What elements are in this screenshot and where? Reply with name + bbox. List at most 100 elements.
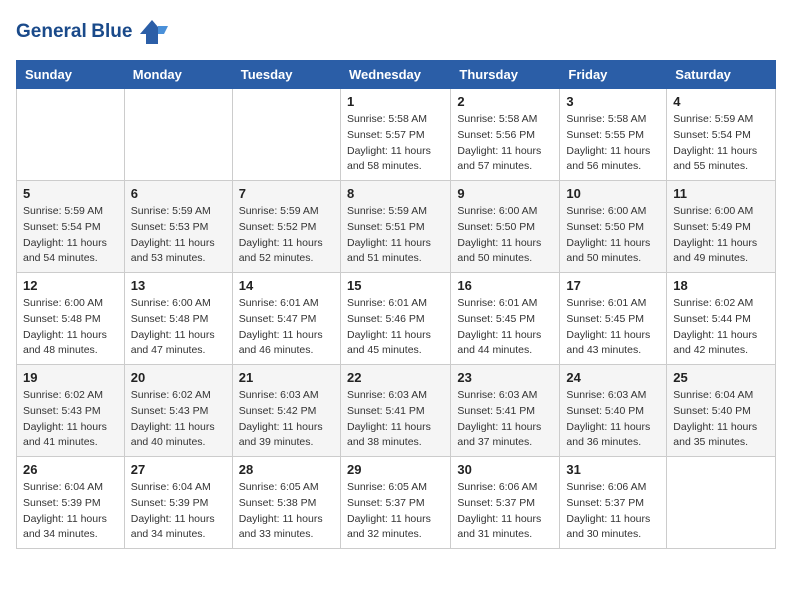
calendar-cell: 25 Sunrise: 6:04 AMSunset: 5:40 PMDayligh… <box>667 365 776 457</box>
calendar-week-row: 19 Sunrise: 6:02 AMSunset: 5:43 PMDayligh… <box>17 365 776 457</box>
day-info: Sunrise: 5:59 AMSunset: 5:53 PMDaylight:… <box>131 204 226 267</box>
calendar-cell: 3 Sunrise: 5:58 AMSunset: 5:55 PMDaylight… <box>560 89 667 181</box>
calendar-cell: 15 Sunrise: 6:01 AMSunset: 5:46 PMDayligh… <box>340 273 450 365</box>
calendar-cell: 6 Sunrise: 5:59 AMSunset: 5:53 PMDaylight… <box>124 181 232 273</box>
day-number: 26 <box>23 462 118 477</box>
day-info: Sunrise: 5:59 AMSunset: 5:54 PMDaylight:… <box>23 204 118 267</box>
day-number: 21 <box>239 370 334 385</box>
day-number: 10 <box>566 186 660 201</box>
day-info: Sunrise: 5:59 AMSunset: 5:54 PMDaylight:… <box>673 112 769 175</box>
day-number: 1 <box>347 94 444 109</box>
calendar-week-row: 5Sunrise: 5:59 AMSunset: 5:54 PMDaylight… <box>17 181 776 273</box>
calendar-cell: 30Sunrise: 6:06 AMSunset: 5:37 PMDayligh… <box>451 457 560 549</box>
day-info: Sunrise: 5:59 AMSunset: 5:52 PMDaylight:… <box>239 204 334 267</box>
calendar-week-row: 12Sunrise: 6:00 AMSunset: 5:48 PMDayligh… <box>17 273 776 365</box>
day-info: Sunrise: 6:02 AMSunset: 5:43 PMDaylight:… <box>23 388 118 451</box>
day-info: Sunrise: 6:01 AMSunset: 5:46 PMDaylight:… <box>347 296 444 359</box>
day-info: Sunrise: 6:00 AMSunset: 5:49 PMDaylight:… <box>673 204 769 267</box>
calendar-cell: 28Sunrise: 6:05 AMSunset: 5:38 PMDayligh… <box>232 457 340 549</box>
day-info: Sunrise: 6:00 AMSunset: 5:48 PMDaylight:… <box>131 296 226 359</box>
day-number: 23 <box>457 370 553 385</box>
calendar-cell: 10Sunrise: 6:00 AMSunset: 5:50 PMDayligh… <box>560 181 667 273</box>
day-info: Sunrise: 6:02 AMSunset: 5:44 PMDaylight:… <box>673 296 769 359</box>
calendar-cell <box>667 457 776 549</box>
weekday-header: Saturday <box>667 61 776 89</box>
day-number: 7 <box>239 186 334 201</box>
calendar-cell: 21 Sunrise: 6:03 AMSunset: 5:42 PMDayligh… <box>232 365 340 457</box>
day-info: Sunrise: 6:04 AMSunset: 5:40 PMDaylight:… <box>673 388 769 451</box>
calendar-cell: 31 Sunrise: 6:06 AMSunset: 5:37 PMDayligh… <box>560 457 667 549</box>
day-info: Sunrise: 6:01 AMSunset: 5:45 PMDaylight:… <box>566 296 660 359</box>
day-info: Sunrise: 6:00 AMSunset: 5:50 PMDaylight:… <box>457 204 553 267</box>
day-info: Sunrise: 6:03 AMSunset: 5:41 PMDaylight:… <box>457 388 553 451</box>
day-info: Sunrise: 6:01 AMSunset: 5:45 PMDaylight:… <box>457 296 553 359</box>
day-number: 11 <box>673 186 769 201</box>
calendar-week-row: 26 Sunrise: 6:04 AMSunset: 5:39 PMDayligh… <box>17 457 776 549</box>
day-info: Sunrise: 5:58 AMSunset: 5:57 PMDaylight:… <box>347 112 444 175</box>
day-info: Sunrise: 6:04 AMSunset: 5:39 PMDaylight:… <box>23 480 118 543</box>
calendar-cell: 16 Sunrise: 6:01 AMSunset: 5:45 PMDayligh… <box>451 273 560 365</box>
day-info: Sunrise: 5:58 AMSunset: 5:55 PMDaylight:… <box>566 112 660 175</box>
weekday-header: Monday <box>124 61 232 89</box>
weekday-header: Friday <box>560 61 667 89</box>
calendar-cell: 27 Sunrise: 6:04 AMSunset: 5:39 PMDayligh… <box>124 457 232 549</box>
calendar-week-row: 1 Sunrise: 5:58 AMSunset: 5:57 PMDaylight… <box>17 89 776 181</box>
day-number: 13 <box>131 278 226 293</box>
calendar-cell: 19 Sunrise: 6:02 AMSunset: 5:43 PMDayligh… <box>17 365 125 457</box>
day-number: 14 <box>239 278 334 293</box>
logo: General Blue <box>16 16 168 48</box>
day-number: 9 <box>457 186 553 201</box>
day-info: Sunrise: 6:02 AMSunset: 5:43 PMDaylight:… <box>131 388 226 451</box>
day-number: 19 <box>23 370 118 385</box>
calendar-cell <box>232 89 340 181</box>
weekday-header-row: SundayMondayTuesdayWednesdayThursdayFrid… <box>17 61 776 89</box>
day-info: Sunrise: 6:00 AMSunset: 5:48 PMDaylight:… <box>23 296 118 359</box>
weekday-header: Sunday <box>17 61 125 89</box>
calendar-cell: 8 Sunrise: 5:59 AMSunset: 5:51 PMDaylight… <box>340 181 450 273</box>
day-number: 24 <box>566 370 660 385</box>
calendar-cell: 1 Sunrise: 5:58 AMSunset: 5:57 PMDaylight… <box>340 89 450 181</box>
calendar-cell: 13 Sunrise: 6:00 AMSunset: 5:48 PMDayligh… <box>124 273 232 365</box>
day-number: 20 <box>131 370 226 385</box>
calendar-cell: 18 Sunrise: 6:02 AMSunset: 5:44 PMDayligh… <box>667 273 776 365</box>
day-number: 4 <box>673 94 769 109</box>
day-number: 3 <box>566 94 660 109</box>
day-info: Sunrise: 6:01 AMSunset: 5:47 PMDaylight:… <box>239 296 334 359</box>
day-number: 6 <box>131 186 226 201</box>
calendar-cell: 17Sunrise: 6:01 AMSunset: 5:45 PMDayligh… <box>560 273 667 365</box>
day-number: 29 <box>347 462 444 477</box>
day-number: 8 <box>347 186 444 201</box>
weekday-header: Thursday <box>451 61 560 89</box>
calendar-cell: 26 Sunrise: 6:04 AMSunset: 5:39 PMDayligh… <box>17 457 125 549</box>
calendar-table: SundayMondayTuesdayWednesdayThursdayFrid… <box>16 60 776 549</box>
calendar-cell <box>17 89 125 181</box>
day-number: 15 <box>347 278 444 293</box>
calendar-cell: 11 Sunrise: 6:00 AMSunset: 5:49 PMDayligh… <box>667 181 776 273</box>
calendar-cell: 7 Sunrise: 5:59 AMSunset: 5:52 PMDaylight… <box>232 181 340 273</box>
calendar-cell: 24 Sunrise: 6:03 AMSunset: 5:40 PMDayligh… <box>560 365 667 457</box>
day-info: Sunrise: 6:03 AMSunset: 5:42 PMDaylight:… <box>239 388 334 451</box>
logo-text: General Blue <box>16 22 132 43</box>
calendar-cell: 5Sunrise: 5:59 AMSunset: 5:54 PMDaylight… <box>17 181 125 273</box>
calendar-cell: 12Sunrise: 6:00 AMSunset: 5:48 PMDayligh… <box>17 273 125 365</box>
day-info: Sunrise: 6:06 AMSunset: 5:37 PMDaylight:… <box>566 480 660 543</box>
day-info: Sunrise: 6:05 AMSunset: 5:37 PMDaylight:… <box>347 480 444 543</box>
day-number: 18 <box>673 278 769 293</box>
calendar-cell <box>124 89 232 181</box>
day-number: 27 <box>131 462 226 477</box>
day-info: Sunrise: 5:58 AMSunset: 5:56 PMDaylight:… <box>457 112 553 175</box>
calendar-cell: 2Sunrise: 5:58 AMSunset: 5:56 PMDaylight… <box>451 89 560 181</box>
calendar-cell: 9 Sunrise: 6:00 AMSunset: 5:50 PMDaylight… <box>451 181 560 273</box>
day-number: 25 <box>673 370 769 385</box>
day-info: Sunrise: 6:03 AMSunset: 5:40 PMDaylight:… <box>566 388 660 451</box>
day-number: 16 <box>457 278 553 293</box>
day-info: Sunrise: 6:06 AMSunset: 5:37 PMDaylight:… <box>457 480 553 543</box>
weekday-header: Wednesday <box>340 61 450 89</box>
calendar-cell: 22Sunrise: 6:03 AMSunset: 5:41 PMDayligh… <box>340 365 450 457</box>
day-info: Sunrise: 6:04 AMSunset: 5:39 PMDaylight:… <box>131 480 226 543</box>
logo-icon <box>136 16 168 48</box>
day-number: 31 <box>566 462 660 477</box>
calendar-cell: 29 Sunrise: 6:05 AMSunset: 5:37 PMDayligh… <box>340 457 450 549</box>
day-info: Sunrise: 5:59 AMSunset: 5:51 PMDaylight:… <box>347 204 444 267</box>
day-number: 28 <box>239 462 334 477</box>
